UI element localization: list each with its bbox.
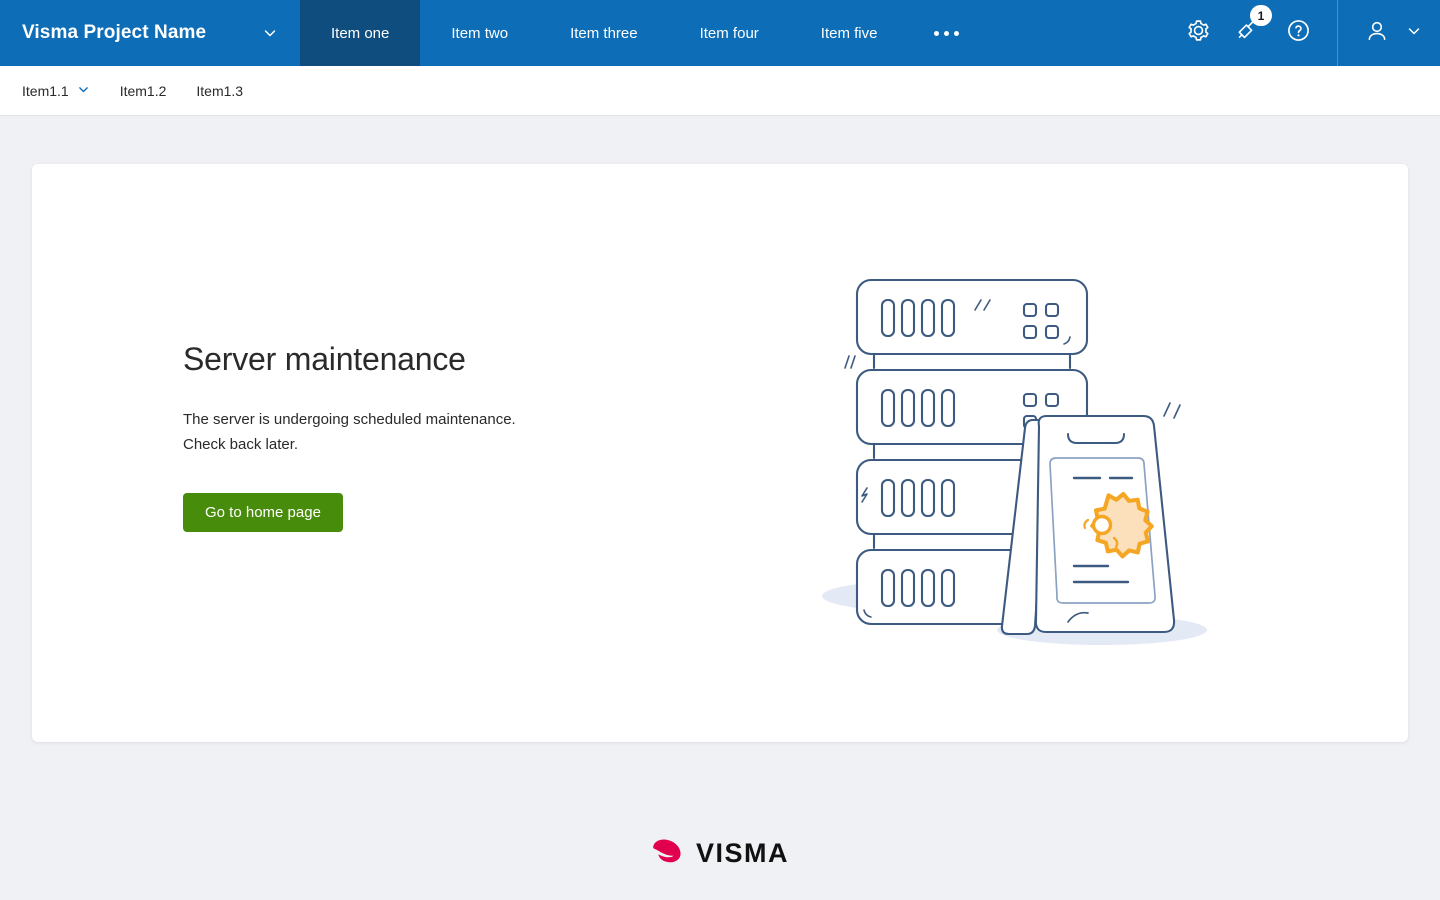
help-icon — [1286, 18, 1311, 48]
description-line-2: Check back later. — [183, 436, 299, 454]
subnav-item-label: Item1.1 — [22, 82, 69, 99]
nav-tab-item-four[interactable]: Item four — [669, 0, 790, 66]
chevron-down-icon — [77, 83, 90, 99]
notifications-button[interactable]: 1 — [1223, 0, 1273, 66]
dot — [934, 30, 940, 36]
dot — [954, 30, 960, 36]
nav-tab-item-five[interactable]: Item five — [790, 0, 909, 66]
secondary-nav: Item1.1 Item1.2 Item1.3 — [0, 66, 1440, 116]
chevron-down-icon — [1406, 23, 1422, 44]
subnav-item-item1-3[interactable]: Item1.3 — [196, 83, 243, 99]
settings-button[interactable] — [1173, 0, 1223, 66]
nav-tab-label: Item one — [331, 24, 390, 42]
ellipsis-icon[interactable] — [908, 0, 985, 66]
gear-icon — [1186, 18, 1211, 48]
visma-swoosh-icon — [651, 839, 683, 869]
footer: VISMA — [0, 838, 1440, 869]
main-header: Visma Project Name Item one Item two Ite… — [0, 0, 1440, 66]
notification-badge: 1 — [1250, 5, 1272, 26]
nav-tab-item-three[interactable]: Item three — [539, 0, 669, 66]
brand-menu[interactable]: Visma Project Name — [0, 0, 300, 66]
page-title: Server maintenance — [183, 341, 466, 377]
nav-tab-label: Item three — [570, 24, 638, 42]
description-line-1: The server is undergoing scheduled maint… — [183, 411, 516, 429]
primary-nav: Item one Item two Item three Item four I… — [300, 0, 985, 66]
subnav-item-item1-1[interactable]: Item1.1 — [22, 83, 90, 99]
nav-tab-label: Item two — [451, 24, 509, 42]
subnav-item-item1-2[interactable]: Item1.2 — [120, 83, 167, 99]
content-card: Server maintenance The server is undergo… — [32, 164, 1408, 742]
user-avatar-icon — [1364, 18, 1390, 49]
user-menu[interactable] — [1337, 0, 1440, 66]
help-button[interactable] — [1273, 0, 1323, 66]
header-actions: 1 — [1173, 0, 1440, 66]
visma-logo-text: VISMA — [695, 838, 789, 868]
nav-tab-item-two[interactable]: Item two — [420, 0, 539, 66]
nav-tab-item-one[interactable]: Item one — [300, 0, 421, 66]
brand-name: Visma Project Name — [22, 22, 207, 43]
subnav-item-label: Item1.2 — [119, 82, 167, 99]
description: The server is undergoing scheduled maint… — [183, 407, 703, 457]
server-maintenance-illustration — [812, 266, 1212, 661]
chevron-down-icon — [238, 25, 278, 41]
nav-tab-label: Item four — [699, 24, 759, 42]
nav-tab-label: Item five — [820, 24, 878, 42]
subnav-item-label: Item1.3 — [196, 82, 244, 99]
maintenance-message: Server maintenance The server is undergo… — [183, 341, 703, 533]
go-to-home-page-button[interactable]: Go to home page — [183, 493, 343, 533]
dot — [944, 30, 950, 36]
